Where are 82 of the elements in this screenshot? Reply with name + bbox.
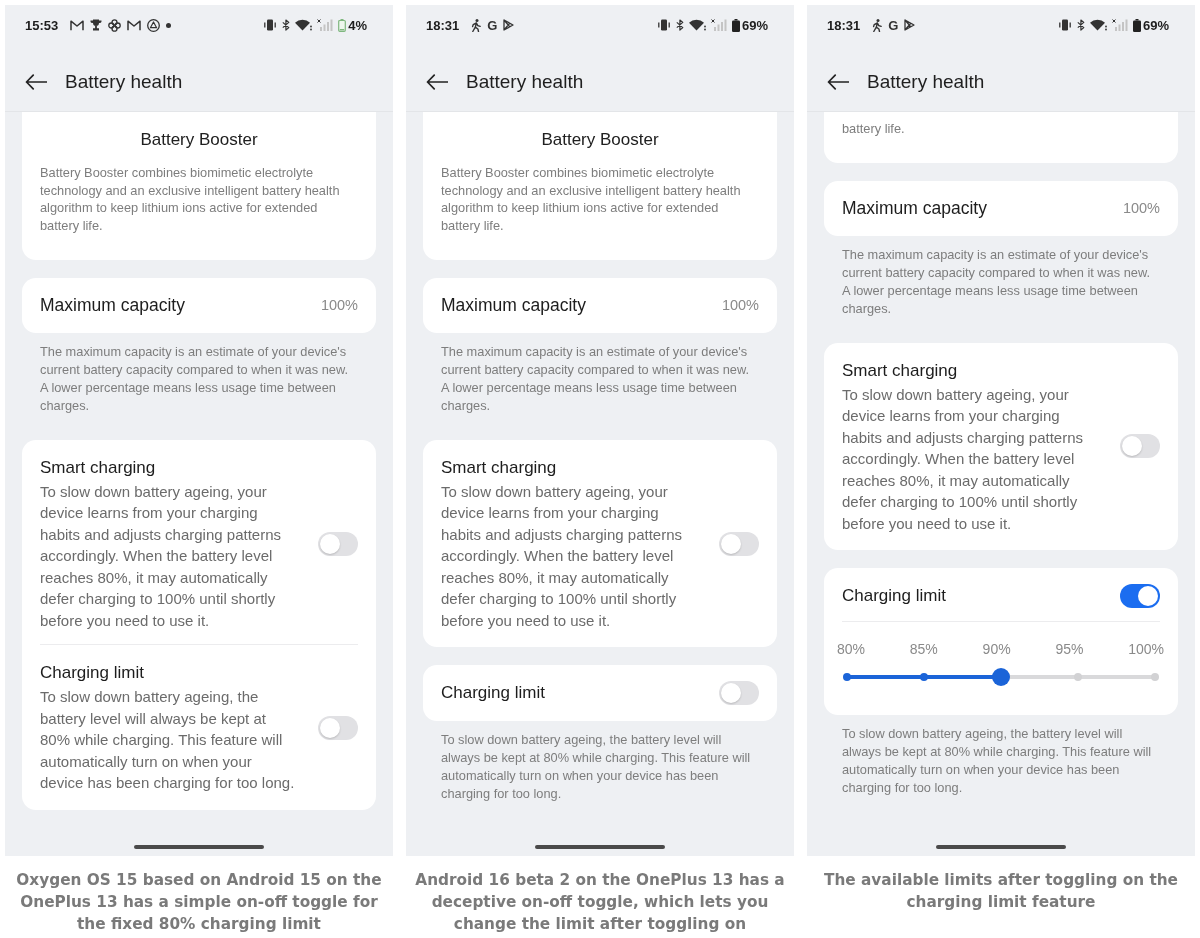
setting-label: Maximum capacity [842, 197, 987, 219]
card-description: Battery Booster combines biomimetic electrolyte technology and an exclusive intelligent battery health algorithm to keep lithium ions active for extended battery life. [40, 164, 341, 235]
notification-letter: G [888, 18, 899, 32]
wifi-icon [1089, 19, 1107, 31]
setting-title: Smart charging [842, 359, 959, 382]
pinwheel-icon [108, 18, 122, 32]
setting-description: To slow down battery ageing, your device learns from your charging habits and adjusts charging patterns accordingly. When the battery level reaches 80%, it may automatically defer charging to 100% until shortly before you need to use it. [40, 481, 282, 631]
card-description: battery life. [842, 120, 906, 138]
setting-title: Charging limit [40, 662, 145, 685]
section-note: To slow down battery ageing, the battery level will always be kept at 80% while charging. This feature will automatically turn on when your device has been charging for too long. [841, 725, 1153, 798]
slider-tick-label: 85% [909, 641, 938, 658]
battery-percent: 4% [348, 17, 367, 33]
toggle-switch[interactable] [1120, 434, 1160, 459]
back-icon[interactable] [25, 74, 47, 90]
slider-tick-label: 90% [982, 641, 1011, 658]
battery-percent: 69% [1142, 17, 1169, 33]
setting-description: To slow down battery ageing, your device learns from your charging habits and adjusts charging patterns accordingly. When the battery level reaches 80%, it may automatically defer charging to 100% until shortly before you need to use it. [441, 481, 683, 631]
back-icon[interactable] [827, 74, 849, 90]
slider-thumb[interactable] [992, 668, 1010, 687]
setting-description: To slow down battery ageing, the battery level will always be kept at 80% while charging. This feature will automatically turn on when your device has been charging for too long. [40, 687, 296, 794]
setting-label: Maximum capacity [40, 294, 185, 316]
page-title: Battery health [65, 71, 183, 93]
caption: Android 16 beta 2 on the OnePlus 13 has a deceptive on-off toggle, which lets you change the limit after toggling on [414, 870, 786, 935]
slider-tick-label: 95% [1055, 641, 1084, 658]
setting-title: Charging limit [441, 682, 546, 705]
mail-icon [70, 19, 85, 31]
play-icon [904, 19, 916, 31]
battery-icon [338, 18, 347, 32]
toggle-switch[interactable] [719, 531, 759, 556]
bluetooth-icon [675, 19, 684, 31]
card-description: Battery Booster combines biomimetic electrolyte technology and an exclusive intelligent battery health algorithm to keep lithium ions active for extended battery life. [441, 164, 742, 235]
slider-tick-label: 100% [1128, 641, 1164, 658]
section-note: The maximum capacity is an estimate of your device's current battery capacity compared to when it was new. A lower percentage means less usage time between charges. [39, 342, 349, 415]
status-time: 18:31 [426, 17, 460, 33]
vibrate-icon [1057, 19, 1072, 31]
toggle-switch[interactable] [318, 531, 358, 556]
page-title: Battery health [867, 71, 985, 93]
card-title: Battery Booster [139, 129, 259, 151]
battery-icon [731, 18, 740, 32]
setting-description: To slow down battery ageing, your device learns from your charging habits and adjusts charging patterns accordingly. When the battery level reaches 80%, it may automatically defer charging to 100% until shortly before you need to use it. [842, 384, 1084, 534]
status-time: 18:31 [827, 17, 861, 33]
wifi-icon [688, 19, 706, 31]
section-note: To slow down battery ageing, the battery level will always be kept at 80% while charging. This feature will automatically turn on when your device has been charging for too long. [440, 731, 752, 804]
battery-icon [1132, 18, 1141, 32]
vibrate-icon [656, 19, 671, 31]
bluetooth-icon [282, 19, 291, 31]
setting-value: 100% [320, 297, 358, 314]
setting-title: Charging limit [842, 585, 947, 608]
setting-value: 100% [721, 297, 759, 314]
vibrate-icon [263, 19, 278, 31]
stop-dot-icon [1074, 673, 1082, 682]
trophy-icon [90, 19, 103, 31]
wifi-icon [295, 19, 313, 31]
toggle-switch[interactable] [318, 715, 358, 740]
play-icon [503, 19, 515, 31]
walking-person-icon [872, 18, 883, 32]
battery-percent: 69% [741, 17, 768, 33]
card-title: Battery Booster [540, 129, 660, 151]
page-title: Battery health [466, 71, 584, 93]
toggle-switch[interactable] [719, 681, 759, 706]
signal-icon [710, 19, 727, 31]
setting-title: Smart charging [441, 456, 558, 479]
caption: The available limits after toggling on the charging limit feature [823, 870, 1179, 913]
stop-dot-icon [1151, 673, 1159, 682]
back-icon[interactable] [426, 74, 448, 90]
notification-letter: G [487, 18, 498, 32]
section-note: The maximum capacity is an estimate of your device's current battery capacity compared to when it was new. A lower percentage means less usage time between charges. [440, 342, 750, 415]
mail-icon [127, 19, 142, 31]
setting-title: Smart charging [40, 456, 157, 479]
caption: Oxygen OS 15 based on Android 15 on the OnePlus 13 has a simple on-off toggle for the fixed 80% charging limit [15, 870, 383, 935]
dot-icon [166, 22, 172, 28]
section-note: The maximum capacity is an estimate of your device's current battery capacity compared to when it was new. A lower percentage means less usage time between charges. [841, 245, 1151, 318]
setting-value: 100% [1122, 200, 1160, 217]
slider-tick-label: 80% [837, 641, 866, 658]
signal-icon [317, 19, 334, 31]
status-time: 15:53 [25, 17, 59, 33]
toggle-switch[interactable] [1120, 584, 1160, 609]
walking-person-icon [471, 18, 482, 32]
setting-label: Maximum capacity [441, 294, 586, 316]
stop-dot-icon [843, 673, 851, 682]
bluetooth-icon [1076, 19, 1085, 31]
signal-icon [1111, 19, 1128, 31]
